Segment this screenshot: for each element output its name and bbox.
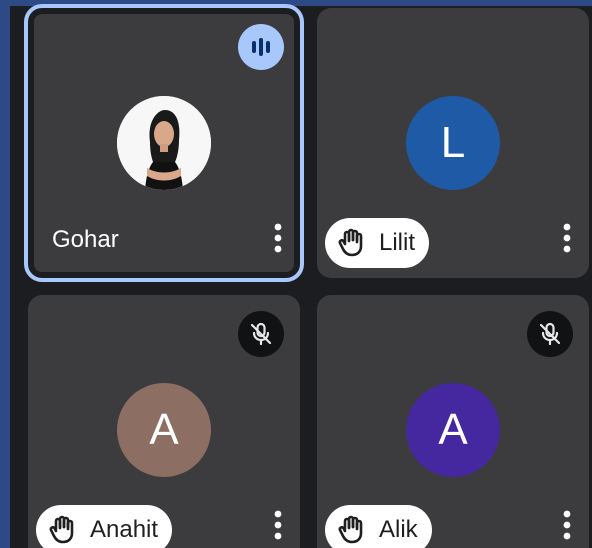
participant-tile-gohar[interactable]: Gohar [24, 4, 304, 282]
more-vert-icon [563, 223, 571, 253]
window-edge-top [0, 0, 592, 6]
more-vert-icon [274, 510, 282, 540]
participant-tile-lilit[interactable]: L Lilit [317, 8, 589, 278]
raised-hand-name-pill: Anahit [36, 505, 173, 548]
meeting-grid: Gohar L Lilit A Anahit A Alik [0, 0, 592, 548]
more-options-button[interactable] [555, 505, 579, 545]
more-vert-icon [274, 223, 282, 253]
participant-tile-alik[interactable]: A Alik [317, 295, 589, 548]
window-edge-left [0, 0, 10, 548]
more-options-button[interactable] [266, 218, 290, 258]
avatar-initial-letter: A [149, 405, 179, 454]
more-options-button[interactable] [555, 218, 579, 258]
participant-name: Lilit [379, 229, 416, 256]
mic-off-icon [527, 311, 573, 357]
avatar-initial-letter: A [438, 405, 468, 454]
participant-tile-anahit[interactable]: A Anahit [28, 295, 300, 548]
raised-hand-icon [337, 228, 367, 258]
avatar-photo [117, 96, 211, 190]
raised-hand-icon [337, 515, 367, 545]
raised-hand-icon [48, 515, 78, 545]
raised-hand-name-pill: Lilit [325, 218, 430, 268]
participant-name: Alik [379, 516, 418, 543]
avatar-initial: A [406, 383, 500, 477]
more-options-button[interactable] [266, 505, 290, 545]
participant-name: Gohar [52, 226, 119, 253]
mic-off-icon [238, 311, 284, 357]
avatar-initial: L [406, 96, 500, 190]
avatar-initial: A [117, 383, 211, 477]
speaking-indicator-icon [238, 24, 284, 70]
avatar-initial-letter: L [440, 118, 466, 167]
participant-name: Anahit [90, 516, 159, 543]
raised-hand-name-pill: Alik [325, 505, 432, 548]
more-vert-icon [563, 510, 571, 540]
